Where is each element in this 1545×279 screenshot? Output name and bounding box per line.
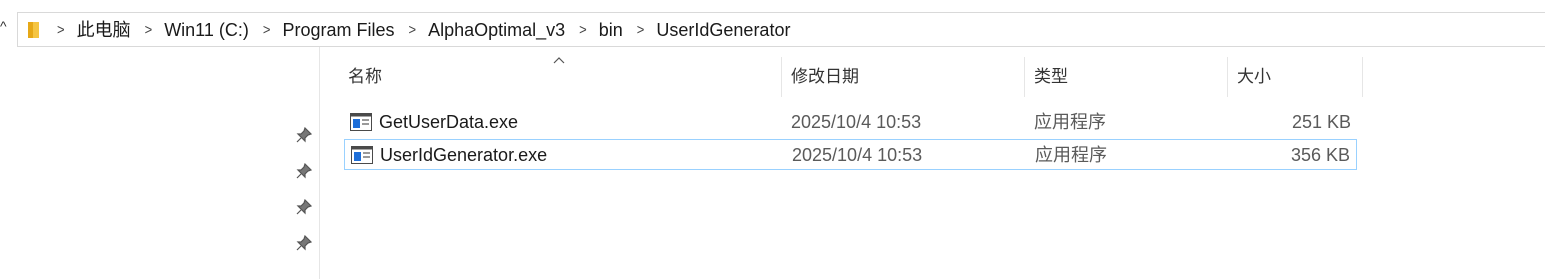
file-date: 2025/10/4 10:53: [792, 145, 923, 165]
chevron-right-icon[interactable]: >: [57, 22, 65, 37]
title-strip: [0, 0, 1545, 12]
breadcrumb-alphaoptimal[interactable]: AlphaOptimal_v3: [428, 21, 565, 39]
file-date: 2025/10/4 10:53: [791, 112, 922, 132]
file-name: UserIdGenerator.exe: [380, 145, 548, 165]
breadcrumb-useridgenerator[interactable]: UserIdGenerator: [656, 21, 790, 39]
exe-icon: [351, 146, 373, 164]
breadcrumb-bin[interactable]: bin: [599, 21, 623, 39]
breadcrumb-drive[interactable]: Win11 (C:): [164, 21, 249, 39]
exe-icon: [350, 113, 372, 131]
column-divider[interactable]: [1362, 57, 1363, 97]
column-divider[interactable]: [1024, 57, 1025, 97]
scroll-up-icon[interactable]: ^: [0, 18, 10, 34]
column-divider[interactable]: [781, 57, 782, 97]
column-header-date[interactable]: 修改日期: [785, 57, 1025, 97]
chevron-right-icon[interactable]: >: [409, 22, 417, 37]
folder-icon: [25, 20, 43, 40]
pin-icon[interactable]: [296, 234, 313, 251]
chevron-right-icon[interactable]: >: [637, 22, 645, 37]
pin-icon[interactable]: [296, 198, 313, 215]
file-type: 应用程序: [1035, 145, 1107, 165]
pin-icon[interactable]: [296, 162, 313, 179]
pin-icon[interactable]: [296, 126, 313, 143]
column-divider[interactable]: [1227, 57, 1228, 97]
chevron-right-icon[interactable]: >: [263, 22, 271, 37]
file-name: GetUserData.exe: [379, 112, 519, 132]
file-row[interactable]: GetUserData.exe 2025/10/4 10:53 应用程序 251…: [344, 107, 1357, 138]
file-list: 名称 修改日期 类型 大小 GetUserData.exe 2025/10/4 …: [321, 47, 1545, 279]
file-explorer-window: ^ > 此电脑 > Win11 (C:) > Program Files > A…: [0, 0, 1545, 279]
column-header-size[interactable]: 大小: [1231, 57, 1361, 97]
file-size: 356 KB: [1290, 145, 1350, 165]
column-header-name[interactable]: 名称: [342, 57, 782, 97]
file-size: 251 KB: [1291, 112, 1351, 132]
breadcrumb-this-pc[interactable]: 此电脑: [77, 21, 131, 39]
file-row-selected[interactable]: UserIdGenerator.exe 2025/10/4 10:53 应用程序…: [344, 139, 1357, 170]
breadcrumb-program-files[interactable]: Program Files: [282, 21, 394, 39]
file-type: 应用程序: [1034, 112, 1106, 132]
chevron-right-icon[interactable]: >: [145, 22, 153, 37]
column-header-type[interactable]: 类型: [1028, 57, 1228, 97]
chevron-right-icon[interactable]: >: [579, 22, 587, 37]
address-bar[interactable]: > 此电脑 > Win11 (C:) > Program Files > Alp…: [17, 12, 1545, 47]
navigation-pane: [0, 47, 320, 279]
